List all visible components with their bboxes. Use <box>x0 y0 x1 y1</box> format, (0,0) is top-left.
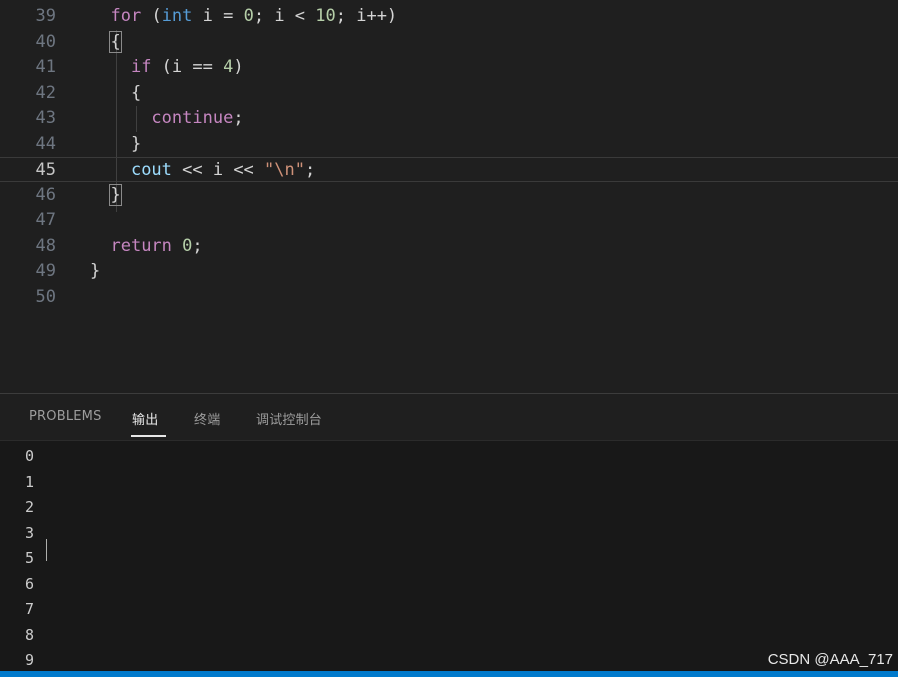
code-text: cout << i << "\n"; <box>90 158 315 183</box>
code-line[interactable]: 39 for (int i = 0; i < 10; i++) <box>0 4 898 29</box>
code-token: if <box>130 57 152 77</box>
line-number: 41 <box>35 57 56 77</box>
code-token: (i == <box>151 57 224 77</box>
code-line[interactable]: 50 <box>0 285 898 310</box>
code-text: { <box>90 30 122 55</box>
code-token: i = <box>192 6 244 26</box>
code-token: { <box>109 30 122 53</box>
tab-output[interactable]: 输出 <box>132 409 158 428</box>
code-token: 0 <box>182 235 193 256</box>
code-text: } <box>90 183 122 208</box>
code-token: cout <box>130 160 172 180</box>
output-line: 9 <box>25 651 35 669</box>
code-token: } <box>109 183 122 206</box>
code-line[interactable]: 45 cout << i << "\n"; <box>0 157 898 182</box>
code-token: ; i++) <box>335 6 398 26</box>
line-number: 43 <box>35 108 56 128</box>
code-line[interactable]: 43 continue; <box>0 106 898 131</box>
active-tab-indicator <box>131 435 166 437</box>
code-text: } <box>90 259 100 284</box>
code-text: continue; <box>90 106 244 131</box>
tab-problems[interactable]: PROBLEMS <box>29 409 102 424</box>
line-number: 39 <box>35 6 56 26</box>
output-line: 2 <box>25 498 35 516</box>
panel-tab-bar: PROBLEMS 输出 终端 调试控制台 <box>0 394 898 440</box>
output-line: 6 <box>25 574 35 593</box>
code-token: int <box>161 6 193 26</box>
code-text: if (i == 4) <box>90 55 244 80</box>
line-number: 49 <box>35 261 56 281</box>
code-token: ; <box>233 108 244 128</box>
output-line: 5 <box>25 549 35 567</box>
code-token: continue <box>151 108 234 128</box>
output-line: 0 <box>25 447 35 465</box>
code-token: return <box>110 235 172 256</box>
text-cursor <box>46 539 47 561</box>
line-number: 40 <box>35 31 56 52</box>
code-token: ) <box>233 57 244 77</box>
code-token: ; <box>192 235 203 256</box>
line-number: 50 <box>35 286 56 307</box>
code-token: } <box>90 261 101 281</box>
watermark: CSDN @AAA_717 <box>767 651 893 668</box>
code-token: ; i < <box>253 6 316 26</box>
code-text: { <box>90 81 141 106</box>
code-token: ; <box>304 160 316 180</box>
code-text: return 0; <box>90 234 203 259</box>
code-line[interactable]: 49} <box>0 259 898 284</box>
code-token: 4 <box>223 57 234 77</box>
code-text: for (int i = 0; i < 10; i++) <box>90 4 397 29</box>
code-token: } <box>90 133 142 154</box>
code-line[interactable]: 44 } <box>0 132 898 157</box>
code-token: ( <box>141 6 162 26</box>
output-line: 8 <box>25 625 35 644</box>
code-token: 0 <box>243 6 254 26</box>
code-line[interactable]: 41 if (i == 4) <box>0 55 898 80</box>
code-token: { <box>90 82 142 103</box>
code-line[interactable]: 42 { <box>0 81 898 106</box>
line-number: 47 <box>35 210 56 230</box>
tab-debug-console[interactable]: 调试控制台 <box>256 409 322 428</box>
code-editor[interactable]: 39 for (int i = 0; i < 10; i++) 40 {41 if… <box>0 0 898 393</box>
code-line[interactable]: 47 <box>0 208 898 233</box>
code-token: 10 <box>315 6 336 26</box>
line-number: 46 <box>35 184 56 205</box>
output-line: 7 <box>25 600 35 618</box>
output-line: 1 <box>25 472 35 491</box>
line-number: 44 <box>35 133 56 154</box>
code-line[interactable]: 46 } <box>0 183 898 208</box>
line-number: 42 <box>35 82 56 103</box>
tab-terminal[interactable]: 终端 <box>194 409 220 428</box>
line-number: 48 <box>35 235 56 256</box>
status-bar <box>0 671 898 677</box>
code-token: for <box>110 6 142 26</box>
output-panel[interactable]: 0 1 2 3 5 6 7 8 9 <box>0 441 898 671</box>
output-line: 3 <box>25 523 35 542</box>
code-line[interactable]: 48 return 0; <box>0 234 898 259</box>
code-line[interactable]: 40 { <box>0 30 898 55</box>
line-number: 45 <box>35 160 56 180</box>
code-token: "\n" <box>264 160 305 180</box>
code-token: << i << <box>171 160 265 180</box>
code-text: } <box>90 132 141 157</box>
